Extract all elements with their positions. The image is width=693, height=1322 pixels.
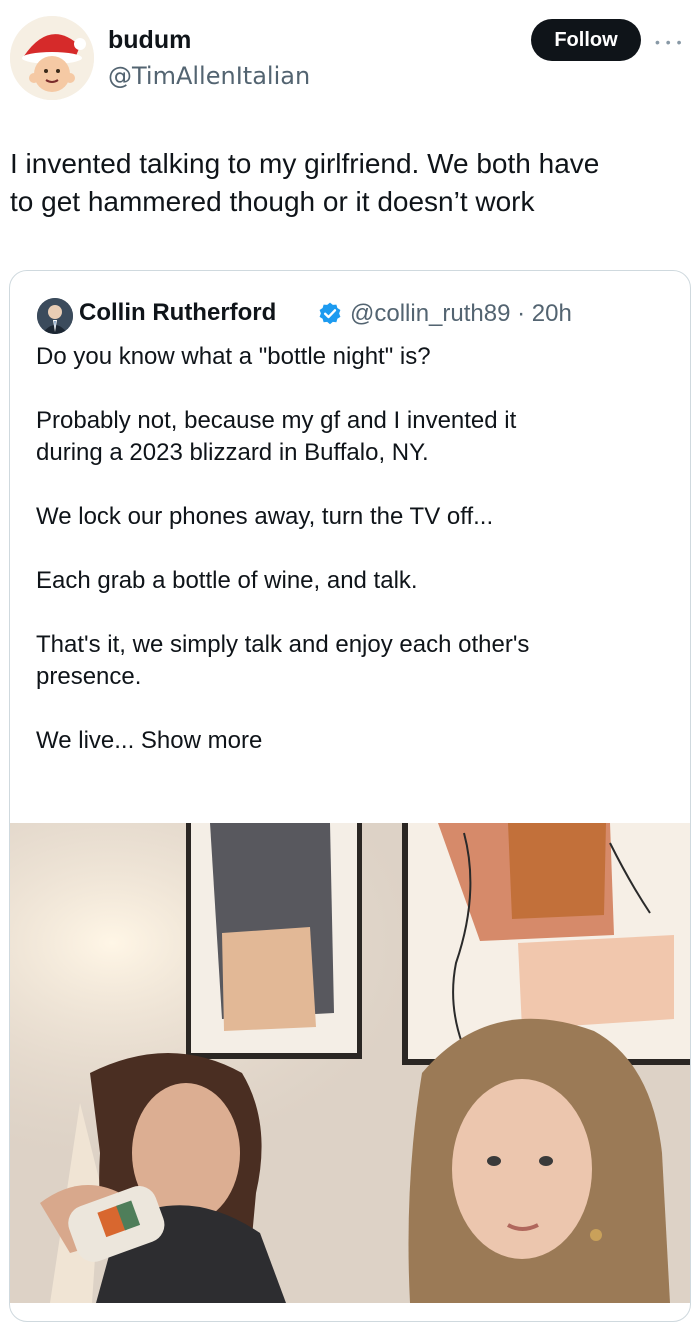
person-avatar-icon — [37, 298, 73, 334]
couple-photo[interactable] — [10, 823, 690, 1303]
quoted-text: Do you know what a "bottle night" is? Pr… — [36, 341, 676, 757]
author-handle[interactable]: @TimAllenItalian — [108, 62, 310, 90]
tweet-header: budum @TimAllenItalian Follow • • • — [0, 0, 693, 110]
follow-button[interactable]: Follow — [531, 19, 641, 61]
quoted-body: Do you know what a "bottle night" is? Pr… — [36, 343, 530, 754]
quoted-tweet[interactable]: Collin Rutherford @collin_ruth89 · 20h D… — [9, 270, 691, 1322]
author-avatar[interactable] — [10, 16, 94, 100]
santa-cartoon-icon — [10, 16, 94, 100]
author-display-name[interactable]: budum — [108, 26, 191, 55]
quoted-author-avatar[interactable] — [37, 298, 73, 334]
verified-badge-icon — [319, 302, 341, 325]
show-more-link[interactable]: Show more — [134, 727, 262, 754]
more-dots-icon[interactable]: • • • — [655, 34, 682, 50]
post-text: I invented talking to my girlfriend. We … — [10, 148, 600, 217]
quoted-author-name[interactable]: Collin Rutherford — [79, 299, 276, 327]
quoted-handle-time: @collin_ruth89 · 20h — [350, 300, 572, 327]
